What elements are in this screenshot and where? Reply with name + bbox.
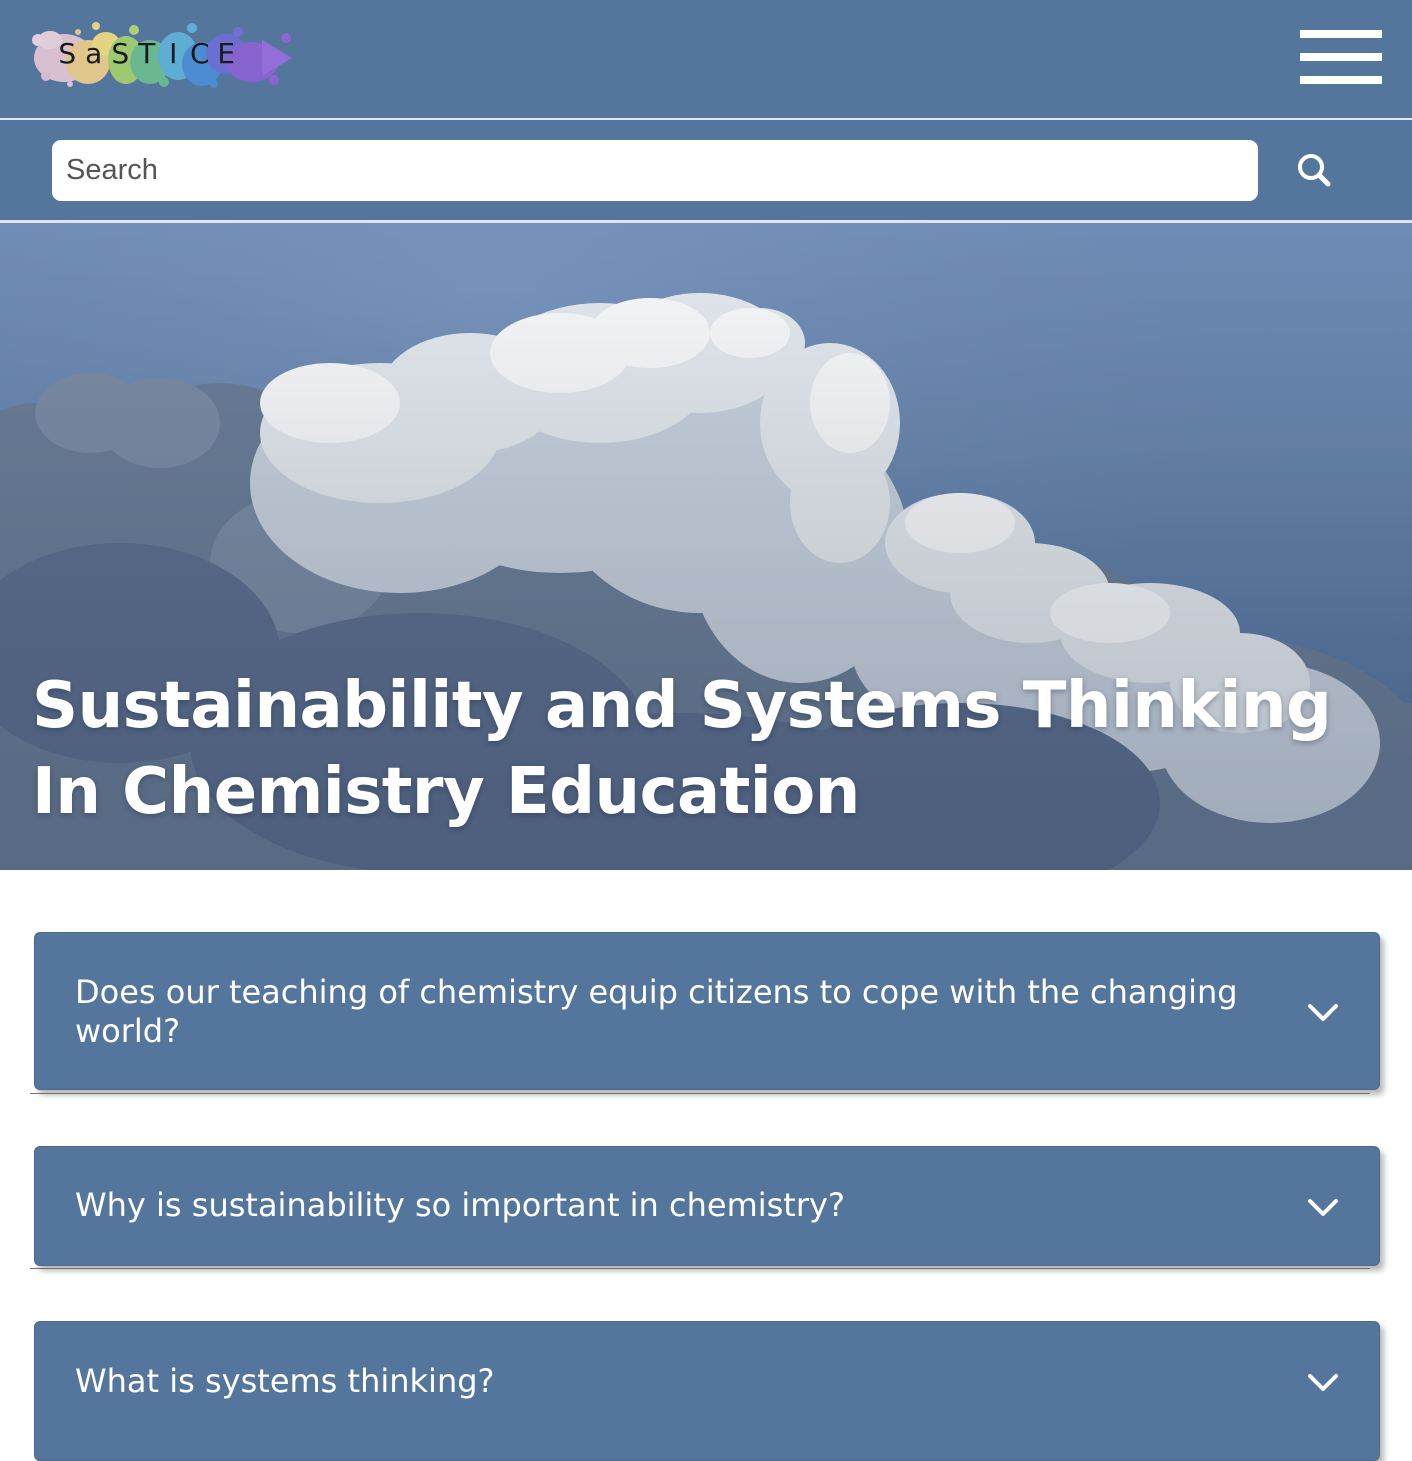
faq-item[interactable]: What is systems thinking?	[34, 1321, 1380, 1461]
logo-letter: I	[169, 37, 178, 70]
faq-question: Why is sustainability so important in ch…	[75, 1186, 845, 1224]
logo-letter: S	[58, 37, 77, 70]
logo-letter: E	[217, 37, 236, 70]
hamburger-menu-icon[interactable]	[1300, 30, 1382, 86]
menu-bar	[1300, 76, 1382, 84]
logo-letter: S	[111, 37, 130, 70]
search-icon	[1298, 154, 1331, 187]
menu-bar	[1300, 53, 1382, 61]
logo-letter: C	[189, 37, 210, 70]
hero-banner: Sustainability and Systems Thinking In C…	[0, 223, 1412, 870]
faq-question: What is systems thinking?	[75, 1362, 495, 1400]
faq-item[interactable]: Why is sustainability so important in ch…	[34, 1146, 1380, 1266]
logo-wordmark: S a S T I C E	[54, 32, 240, 76]
search-button[interactable]	[1290, 146, 1340, 196]
logo-letter: T	[138, 37, 156, 70]
faq-divider	[30, 1268, 1370, 1269]
search-bar	[0, 120, 1412, 220]
logo-letter: a	[85, 37, 103, 70]
chevron-down-icon	[1308, 1199, 1338, 1216]
chevron-down-icon	[1308, 1374, 1338, 1391]
faq-divider	[30, 1093, 1370, 1094]
sastice-logo[interactable]: S a S T I C E	[30, 18, 296, 90]
faq-question: Does our teaching of chemistry equip cit…	[75, 973, 1238, 1050]
faq-item[interactable]: Does our teaching of chemistry equip cit…	[34, 932, 1380, 1090]
menu-bar	[1300, 30, 1382, 38]
chevron-down-icon	[1308, 1004, 1338, 1021]
page-title: Sustainability and Systems Thinking In C…	[32, 669, 1332, 829]
search-input[interactable]	[52, 140, 1258, 201]
site-header: S a S T I C E	[0, 0, 1412, 118]
